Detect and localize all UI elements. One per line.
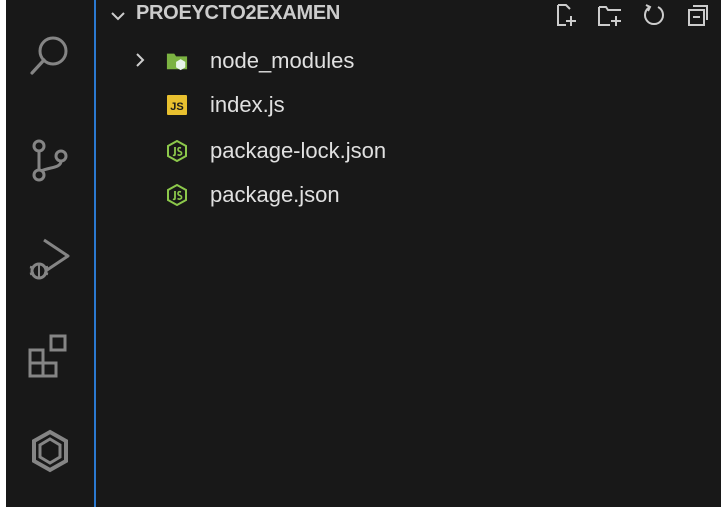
javascript-file-icon: JS xyxy=(166,94,188,116)
activity-bar xyxy=(6,0,94,511)
remote-icon[interactable] xyxy=(22,424,78,480)
tree-item-label: package-lock.json xyxy=(210,138,387,163)
refresh-icon[interactable] xyxy=(641,2,667,28)
window-bottom-edge xyxy=(0,507,721,511)
tree-item-label: package.json xyxy=(210,182,340,207)
explorer-header[interactable]: PROEYCTO2EXAMEN xyxy=(96,0,721,34)
run-debug-icon[interactable] xyxy=(22,230,78,286)
tree-item-package-json[interactable]: package.json xyxy=(96,174,721,214)
tree-item-package-lock-json[interactable]: package-lock.json xyxy=(96,130,721,170)
chevron-down-icon[interactable] xyxy=(110,8,126,24)
tree-item-label: index.js xyxy=(210,92,285,117)
js-badge: JS xyxy=(167,95,187,115)
tree-item-label: node_modules xyxy=(210,48,355,73)
explorer-folder-title[interactable]: PROEYCTO2EXAMEN xyxy=(136,2,340,25)
explorer-sidebar: PROEYCTO2EXAMEN node_modules JS index.js… xyxy=(94,0,721,511)
new-file-icon[interactable] xyxy=(553,2,579,28)
new-folder-icon[interactable] xyxy=(597,2,623,28)
nodejs-file-icon xyxy=(166,184,188,206)
tree-item-node-modules[interactable]: node_modules xyxy=(96,40,721,80)
collapse-all-icon[interactable] xyxy=(685,2,711,28)
tree-item-index-js[interactable]: JS index.js xyxy=(96,84,721,124)
extensions-icon[interactable] xyxy=(22,328,78,384)
explorer-actions xyxy=(553,2,711,28)
node-modules-folder-icon xyxy=(166,50,188,72)
nodejs-file-icon xyxy=(166,140,188,162)
search-icon[interactable] xyxy=(22,28,78,84)
chevron-right-icon[interactable] xyxy=(132,52,148,68)
vscode-window: PROEYCTO2EXAMEN node_modules JS index.js… xyxy=(0,0,721,511)
source-control-icon[interactable] xyxy=(22,132,78,188)
